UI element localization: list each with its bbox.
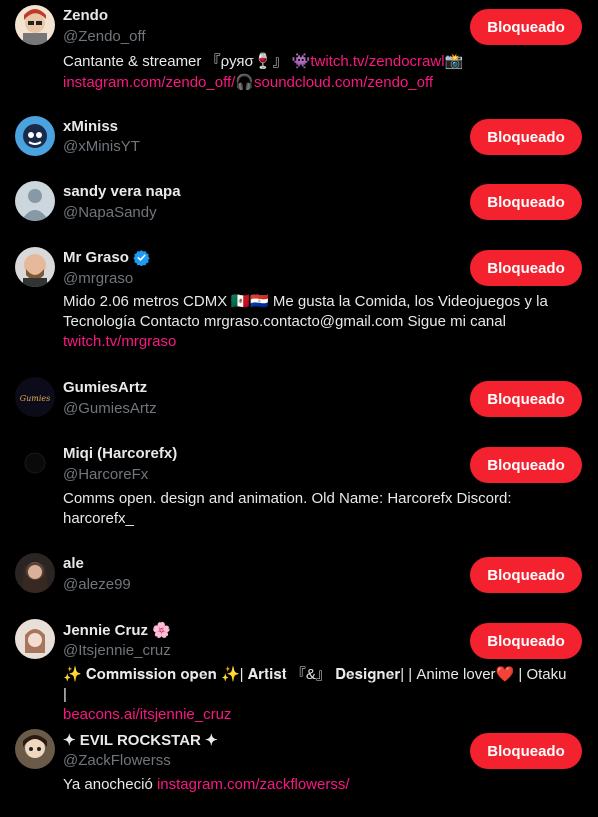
avatar[interactable] xyxy=(15,5,55,45)
user-handle[interactable]: @Itsjennie_cruz xyxy=(63,642,171,659)
user-handle[interactable]: @Zendo_off xyxy=(63,28,146,45)
blocked-button[interactable]: Bloqueado xyxy=(470,557,582,593)
bio-link[interactable]: twitch.tv/zendocrawl xyxy=(310,53,444,70)
avatar[interactable] xyxy=(15,729,55,769)
avatar[interactable] xyxy=(15,247,55,287)
avatar[interactable] xyxy=(15,619,55,659)
user-name[interactable]: GumiesArtz xyxy=(63,379,147,396)
avatar[interactable]: Gumies xyxy=(15,377,55,417)
user-handle[interactable]: @xMinisYT xyxy=(63,138,140,155)
user-name[interactable]: Mr Graso xyxy=(63,249,129,266)
verified-badge-icon xyxy=(133,250,150,266)
avatar[interactable] xyxy=(15,116,55,156)
bio-text: 🎧 xyxy=(235,73,255,91)
svg-text:Gumies: Gumies xyxy=(20,394,51,403)
blocked-button[interactable]: Bloqueado xyxy=(470,9,582,45)
bio-link[interactable]: soundcloud.com/zendo_off xyxy=(254,74,433,91)
user-name[interactable]: Miqi (Harcorefx) xyxy=(63,445,177,462)
blocked-button[interactable]: Bloqueado xyxy=(470,184,582,220)
user-handle[interactable]: @NapaSandy xyxy=(63,204,157,221)
avatar[interactable] xyxy=(15,443,55,483)
blocked-button[interactable]: Bloqueado xyxy=(470,119,582,155)
blocked-button[interactable]: Bloqueado xyxy=(470,733,582,769)
bio-text: Comms open. design and animation. Old Na… xyxy=(63,490,512,527)
user-handle[interactable]: @GumiesArtz xyxy=(63,400,157,417)
user-bio: Ya anocheció instagram.com/zackflowerss/ xyxy=(63,775,543,795)
bio-link[interactable]: instagram.com/zendo_off/ xyxy=(63,74,235,91)
bio-link[interactable]: instagram.com/zackflowerss/ xyxy=(157,776,350,793)
user-bio: Cantante & streamer 『ρуяσ🍷』 👾 twitch.tv/… xyxy=(63,51,543,93)
bio-text: Ya anocheció xyxy=(63,776,157,793)
blocked-button[interactable]: Bloqueado xyxy=(470,447,582,483)
bio-text: ✨ 𝐂𝐨𝐦𝐦𝐢𝐬𝐬𝐢𝐨𝐧 𝐨𝐩𝐞𝐧 ✨| 𝐀𝐫𝐭𝐢𝐬𝐭 『&』 𝐃𝐞𝐬𝐢𝐠𝐧𝐞𝐫… xyxy=(63,666,567,703)
user-name[interactable]: Jennie Cruz 🌸 xyxy=(63,621,171,639)
user-handle[interactable]: @ZackFlowerss xyxy=(63,752,171,769)
user-name[interactable]: ✦ EVIL ROCKSTAR ✦ xyxy=(63,731,218,749)
avatar[interactable] xyxy=(15,553,55,593)
avatar[interactable] xyxy=(15,181,55,221)
bio-link[interactable]: twitch.tv/mrgraso xyxy=(63,333,176,350)
bio-text: Mido 2.06 metros CDMX 🇲🇽🇵🇾 Me gusta la C… xyxy=(63,293,548,330)
blocked-button[interactable]: Bloqueado xyxy=(470,250,582,286)
bio-text: 👾 xyxy=(291,52,311,70)
user-name[interactable]: sandy vera napa xyxy=(63,183,181,200)
user-bio: Mido 2.06 metros CDMX 🇲🇽🇵🇾 Me gusta la C… xyxy=(63,292,563,352)
user-bio: ✨ 𝐂𝐨𝐦𝐦𝐢𝐬𝐬𝐢𝐨𝐧 𝐨𝐩𝐞𝐧 ✨| 𝐀𝐫𝐭𝐢𝐬𝐭 『&』 𝐃𝐞𝐬𝐢𝐠𝐧𝐞𝐫… xyxy=(63,665,573,725)
user-handle[interactable]: @aleze99 xyxy=(63,576,131,593)
blocked-button[interactable]: Bloqueado xyxy=(470,381,582,417)
user-name[interactable]: xMiniss xyxy=(63,118,118,135)
blocked-button[interactable]: Bloqueado xyxy=(470,623,582,659)
user-handle[interactable]: @HarcoreFx xyxy=(63,466,148,483)
bio-text: 📸 xyxy=(444,52,464,70)
user-name[interactable]: Zendo xyxy=(63,7,108,24)
user-bio: Comms open. design and animation. Old Na… xyxy=(63,489,533,529)
bio-link[interactable]: beacons.ai/itsjennie_cruz xyxy=(63,706,231,723)
user-handle[interactable]: @mrgraso xyxy=(63,270,133,287)
bio-text: Cantante & streamer 『ρуяσ🍷』 xyxy=(63,53,292,70)
user-name[interactable]: ale xyxy=(63,555,84,572)
